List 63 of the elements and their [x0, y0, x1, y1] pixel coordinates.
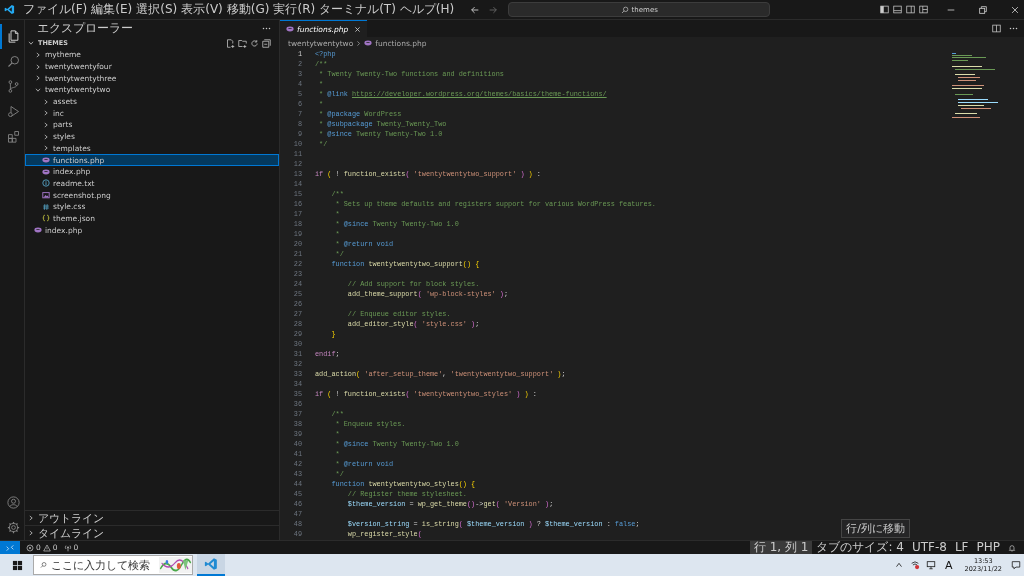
menu-item[interactable]: 選択(S): [134, 1, 180, 18]
status-item[interactable]: 行 1, 列 1: [749, 541, 813, 554]
antenna-icon: [63, 543, 72, 552]
bell-icon[interactable]: [1008, 543, 1016, 552]
info-icon: [42, 179, 50, 188]
search-icon: [620, 5, 629, 14]
menu-item[interactable]: ターミナル(T): [317, 1, 398, 18]
notification-icon[interactable]: [1011, 560, 1021, 570]
back-arrow-icon[interactable]: [470, 4, 481, 15]
collapse-all-icon[interactable]: [262, 38, 271, 48]
sidebar-title: エクスプローラー: [37, 20, 133, 37]
taskbar-search-field[interactable]: ここに入力して検索: [33, 555, 193, 575]
menu-item[interactable]: 移動(G): [224, 1, 272, 18]
search-icon: [40, 561, 47, 569]
error-icon: [26, 543, 34, 552]
status-item[interactable]: PHP: [972, 541, 1004, 554]
split-editor-icon[interactable]: [992, 24, 1001, 33]
hash-icon: [42, 202, 50, 211]
tooltip: 行/列に移動: [841, 519, 910, 538]
account-icon: [5, 495, 21, 510]
blocks-icon: [5, 129, 21, 144]
search-input[interactable]: ここに入力して検索: [50, 558, 155, 572]
restore-icon[interactable]: [978, 4, 988, 15]
explorer-icon: [5, 29, 21, 44]
windows-start-icon[interactable]: [12, 559, 23, 571]
status-item[interactable]: LF: [950, 541, 973, 554]
caret-up-icon[interactable]: [894, 560, 904, 570]
menu-item[interactable]: ファイル(F): [21, 1, 90, 18]
warning-icon: [42, 543, 51, 552]
status-item[interactable]: タブのサイズ: 4: [812, 541, 908, 554]
menu-item[interactable]: 表示(V): [179, 1, 225, 18]
app-logo-icon: [4, 4, 15, 15]
chevron-icon: [355, 39, 363, 47]
image-icon: [42, 191, 50, 200]
play-bug-icon: [5, 104, 21, 119]
secondary-sidebar-toggle-icon[interactable]: [906, 5, 915, 14]
input-mode-indicator[interactable]: A: [945, 558, 953, 572]
php-file-icon: [34, 226, 42, 235]
branch-icon: [5, 79, 21, 94]
php-file-icon: [286, 25, 294, 33]
settings-icon: [5, 520, 21, 535]
code-editor-icon: [204, 557, 218, 571]
remote-icon: [6, 543, 14, 552]
php-file-icon: [364, 39, 373, 47]
layout-icon[interactable]: [919, 5, 928, 14]
braces-icon: [42, 214, 50, 223]
menu-item[interactable]: 実行(R): [271, 1, 318, 18]
sidebar-toggle-icon[interactable]: [880, 5, 889, 14]
new-folder-icon[interactable]: [238, 38, 247, 48]
menu-item[interactable]: ヘルプ(H): [397, 1, 457, 18]
close-icon[interactable]: [354, 25, 362, 33]
new-file-icon[interactable]: [226, 38, 235, 48]
php-file-icon: [42, 167, 50, 176]
taskbar-app-button[interactable]: [197, 554, 225, 576]
menu-item[interactable]: 編集(E): [89, 1, 135, 18]
status-item[interactable]: UTF-8: [907, 541, 951, 554]
panel-header[interactable]: アウトライン: [25, 510, 279, 525]
refresh-icon[interactable]: [250, 38, 259, 48]
monitor-icon[interactable]: [926, 560, 936, 570]
panel-toggle-icon[interactable]: [893, 5, 902, 14]
close-icon[interactable]: [1010, 4, 1020, 15]
network-error-icon[interactable]: [910, 560, 920, 570]
php-file-icon: [42, 156, 50, 165]
